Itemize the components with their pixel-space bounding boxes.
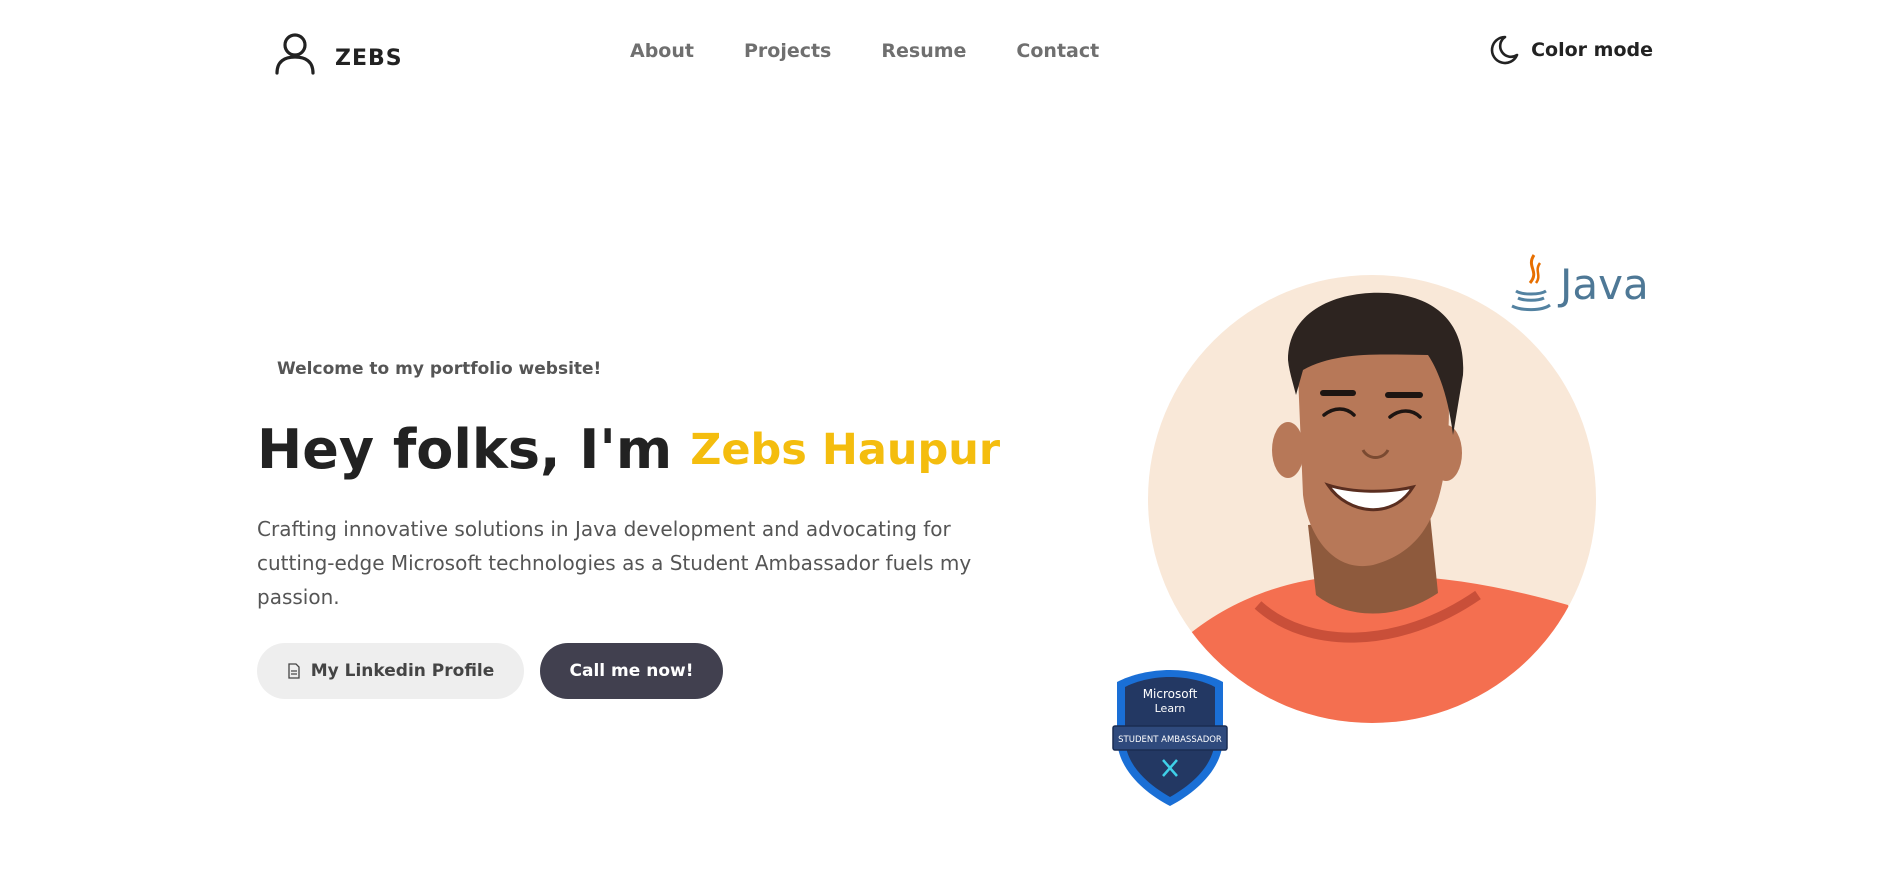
nav-contact[interactable]: Contact [1016,40,1099,62]
badge-microsoft-text: Microsoft [1143,687,1198,701]
linkedin-button-label: My Linkedin Profile [310,661,495,681]
linkedin-profile-button[interactable]: My Linkedin Profile [257,643,524,699]
badge-ribbon-text: STUDENT AMBASSADOR [1118,735,1222,745]
nav-resume[interactable]: Resume [881,40,966,62]
call-me-button[interactable]: Call me now! [540,643,723,699]
portfolio-page: ZEBS About Projects Resume Contact Color… [0,0,1897,875]
brand-name: ZEBS [335,45,403,71]
nav-projects[interactable]: Projects [744,40,831,62]
java-label: Java [1560,259,1649,309]
color-mode-toggle[interactable]: Color mode [1487,33,1653,67]
badge-learn-text: Learn [1155,702,1186,715]
color-mode-label: Color mode [1531,39,1653,61]
microsoft-learn-badge: Microsoft Learn STUDENT AMBASSADOR [1112,670,1228,806]
avatar-illustration [1148,275,1596,723]
hero-subtitle: Crafting innovative solutions in Java de… [257,517,972,609]
nav-about[interactable]: About [630,40,694,62]
java-cup-icon [1511,254,1551,312]
user-icon [275,33,315,75]
welcome-text: Welcome to my portfolio website! [277,359,602,379]
hero-name: Zebs Haupur [690,425,1001,475]
java-logo: Java [1508,253,1649,315]
brand-link[interactable]: ZEBS [271,29,403,77]
document-icon [288,663,300,679]
greeting-text: Hey folks, I'm [257,418,673,481]
site-header: ZEBS About Projects Resume Contact Color… [0,0,1897,105]
call-button-label: Call me now! [569,661,694,681]
main-nav: About Projects Resume Contact [630,40,1099,62]
hero-headline: Hey folks, I'm Zebs Haupur [257,418,1000,481]
moon-icon [1490,35,1519,65]
